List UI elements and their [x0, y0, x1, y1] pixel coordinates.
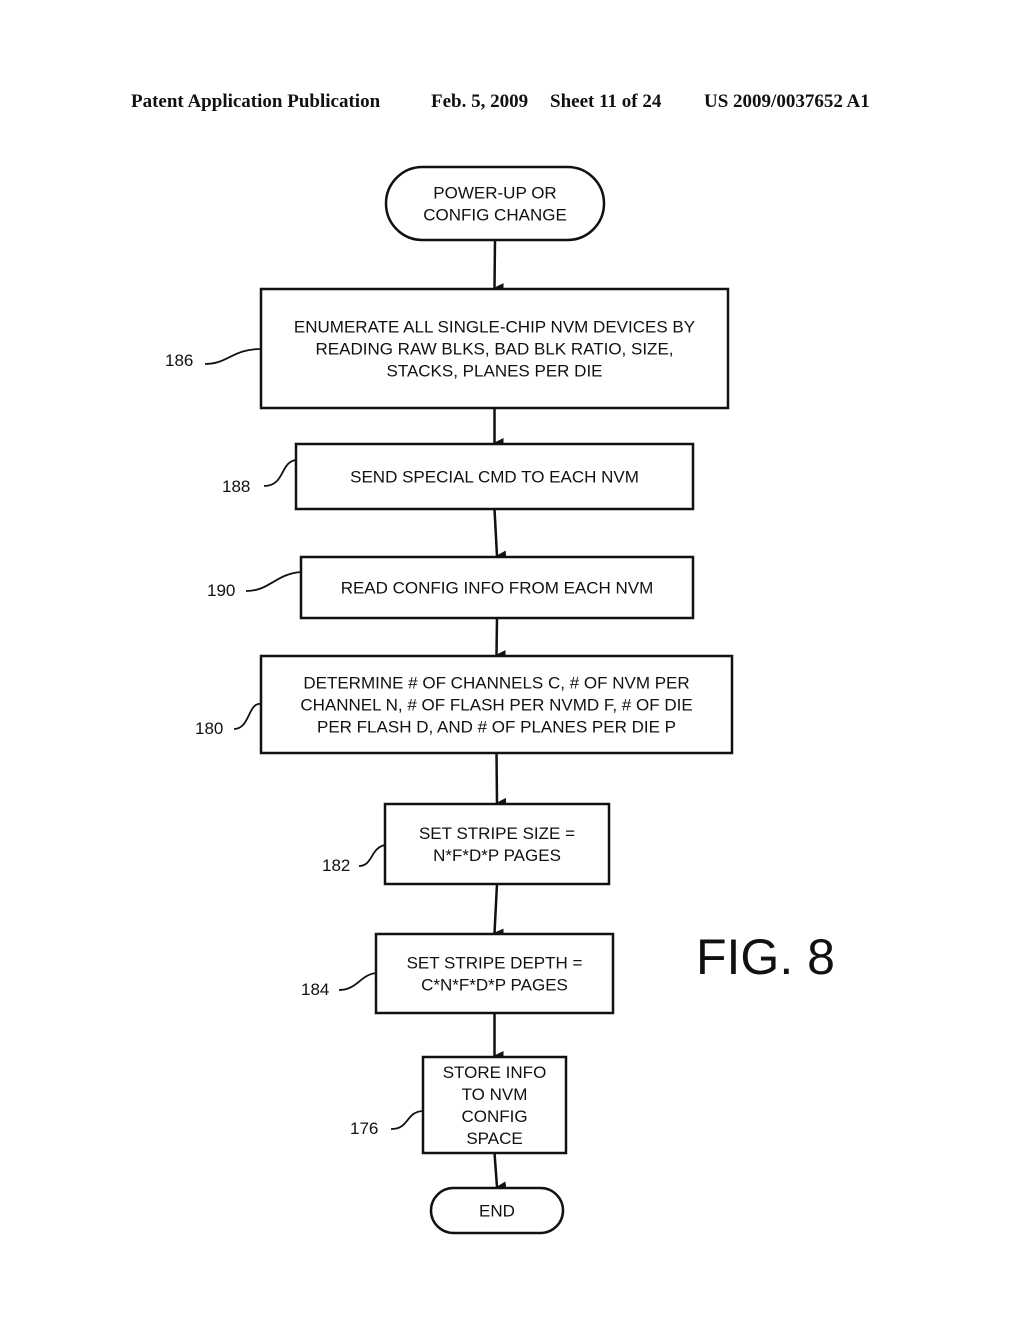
leader-line — [245, 571, 302, 592]
flow-node-n176: STORE INFO TO NVM CONFIG SPACE 176 — [350, 1055, 568, 1155]
figure-label: FIG. 8 — [696, 929, 835, 985]
reference-numeral: 188 — [222, 477, 250, 496]
node-text-line: SEND SPECIAL CMD TO EACH NVM — [350, 468, 639, 487]
flow-arrow-n176-to-end — [493, 1152, 507, 1192]
flow-node-n190: READ CONFIG INFO FROM EACH NVM 190 — [207, 555, 695, 620]
leader-line — [204, 348, 262, 365]
node-text-line: SPACE — [466, 1129, 522, 1148]
leader-line — [233, 703, 262, 730]
node-text-line: ENUMERATE ALL SINGLE-CHIP NVM DEVICES BY — [294, 318, 695, 337]
process-box — [374, 932, 615, 1015]
flow-node-n184: SET STRIPE DEPTH = C*N*F*D*P PAGES 184 — [301, 932, 615, 1015]
leader-line — [263, 459, 297, 487]
reference-numeral: 184 — [301, 980, 329, 999]
flow-node-n188: SEND SPECIAL CMD TO EACH NVM 188 — [222, 442, 695, 511]
header-publication: Patent Application Publication — [131, 91, 381, 112]
leader-line — [358, 844, 386, 867]
node-text-line: STACKS, PLANES PER DIE — [386, 362, 602, 381]
flow-arrow-n188-to-n190 — [493, 508, 507, 561]
node-text-line: END — [479, 1202, 515, 1221]
node-text-line: TO NVM — [462, 1085, 528, 1104]
header-date: Feb. 5, 2009 — [431, 91, 528, 112]
terminal-shape — [384, 165, 606, 242]
flow-arrow-n182-to-n184 — [493, 883, 504, 939]
node-text-line: READING RAW BLKS, BAD BLK RATIO, SIZE, — [315, 340, 673, 359]
node-text-line: PER FLASH D, AND # OF PLANES PER DIE P — [317, 718, 676, 737]
flow-node-n186: ENUMERATE ALL SINGLE-CHIP NVM DEVICES BY… — [165, 287, 730, 410]
node-text-line: STORE INFO — [443, 1063, 547, 1082]
node-text-line: POWER-UP OR — [433, 184, 556, 203]
node-text-line: CONFIG CHANGE — [423, 206, 567, 225]
process-box — [383, 802, 611, 886]
flow-node-n182: SET STRIPE SIZE = N*F*D*P PAGES 182 — [322, 802, 611, 886]
reference-numeral: 182 — [322, 856, 350, 875]
flow-node-n180: DETERMINE # OF CHANNELS C, # OF NVM PER C… — [195, 654, 734, 755]
flow-node-start: POWER-UP OR CONFIG CHANGE — [384, 165, 606, 242]
node-text-line: CHANNEL N, # OF FLASH PER NVMD F, # OF D… — [300, 696, 692, 715]
node-text-line: SET STRIPE DEPTH = — [407, 954, 583, 973]
node-text-line: DETERMINE # OF CHANNELS C, # OF NVM PER — [303, 674, 689, 693]
node-text-line: READ CONFIG INFO FROM EACH NVM — [341, 579, 654, 598]
leader-line — [390, 1110, 424, 1130]
node-text-line: CONFIG — [461, 1107, 527, 1126]
flowchart-diagram: Patent Application Publication Feb. 5, 2… — [131, 91, 870, 1235]
reference-numeral: 176 — [350, 1119, 378, 1138]
node-text-line: SET STRIPE SIZE = — [419, 824, 575, 843]
node-text-line: N*F*D*P PAGES — [433, 846, 561, 865]
flow-arrow-n180-to-n182 — [495, 752, 507, 808]
flow-arrow-start-to-n186 — [493, 239, 504, 294]
leader-line — [338, 972, 377, 991]
header-sheet: Sheet 11 of 24 — [550, 91, 662, 112]
reference-numeral: 186 — [165, 351, 193, 370]
reference-numeral: 180 — [195, 719, 223, 738]
node-text-line: C*N*F*D*P PAGES — [421, 976, 568, 995]
nodes: POWER-UP OR CONFIG CHANGE ENUMERATE ALL SI… — [165, 165, 734, 1235]
flow-arrow-n190-to-n180 — [495, 617, 506, 661]
flow-node-end: END — [429, 1186, 565, 1235]
reference-numeral: 190 — [207, 581, 235, 600]
header-patent-number: US 2009/0037652 A1 — [704, 91, 870, 112]
